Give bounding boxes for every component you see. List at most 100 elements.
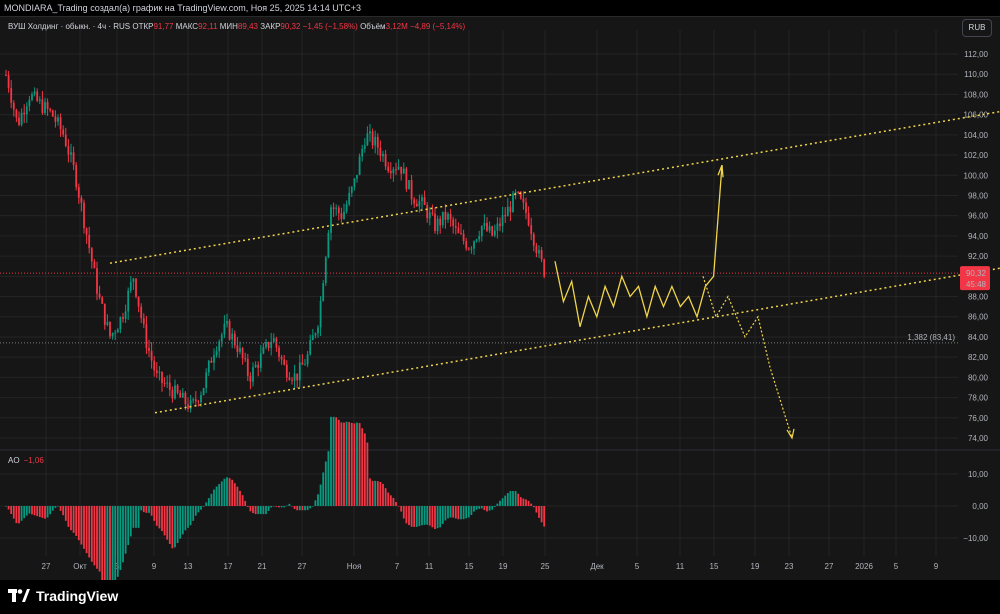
candle-down <box>465 241 468 249</box>
x-tick-label: 21 <box>258 562 267 571</box>
candle-up <box>514 191 517 194</box>
ao-bar <box>205 502 208 506</box>
candle-up <box>488 226 491 231</box>
candle-up <box>335 207 338 209</box>
ao-bar <box>148 506 150 513</box>
ao-bar <box>493 506 496 508</box>
candle-down <box>103 303 106 325</box>
ao-bar <box>57 506 59 507</box>
ao-bar <box>241 495 244 506</box>
candle-up <box>358 156 361 175</box>
candle-down <box>67 146 70 155</box>
ao-bar <box>189 506 192 526</box>
candle-up <box>506 206 509 217</box>
candle-up <box>327 232 330 258</box>
candle-up <box>473 241 475 249</box>
candle-down <box>288 377 291 380</box>
candle-down <box>410 180 413 200</box>
currency-button[interactable]: RUB <box>962 19 992 37</box>
channel-lower-line <box>154 267 1000 414</box>
legend-low-label: МИН <box>219 22 238 31</box>
ao-bar <box>75 506 78 536</box>
candle-down <box>80 197 83 203</box>
ao-bar <box>353 423 356 506</box>
x-tick-label: 7 <box>395 562 400 571</box>
candle-down <box>96 268 98 294</box>
ao-bar <box>423 506 426 525</box>
candle-down <box>233 333 236 346</box>
ao-bar <box>340 422 343 506</box>
ao-bar <box>166 506 169 540</box>
ao-bar <box>5 506 7 507</box>
y-tick-label: 88,00 <box>968 293 989 302</box>
x-tick-label: Окт <box>73 562 87 571</box>
x-tick-label: 23 <box>785 562 794 571</box>
ao-bar <box>223 478 226 506</box>
ao-bar <box>408 506 410 526</box>
candle-down <box>449 213 452 220</box>
ao-bar <box>44 506 46 519</box>
ao-bar <box>374 480 377 506</box>
ao-bar <box>228 478 231 506</box>
candle-down <box>522 198 525 203</box>
ao-bar <box>244 500 247 506</box>
ao-bar <box>317 494 319 506</box>
ao-bar <box>535 506 538 513</box>
candle-up <box>330 207 332 233</box>
candle-down <box>332 207 335 209</box>
ao-bar <box>369 478 371 506</box>
candle-up <box>106 321 109 325</box>
ao-bar <box>192 506 195 521</box>
ao-bar <box>431 506 434 528</box>
candle-up <box>207 360 210 373</box>
ao-bar <box>262 506 265 515</box>
ao-bar <box>522 498 525 506</box>
candle-up <box>70 152 72 155</box>
ao-bar <box>158 506 161 529</box>
candle-down <box>439 218 442 226</box>
candle-up <box>480 225 483 237</box>
ao-bar <box>285 505 288 507</box>
ao-bar <box>439 506 442 528</box>
ao-bar <box>51 506 54 511</box>
ao-bar <box>197 506 200 513</box>
candle-down <box>59 117 62 130</box>
candle-up <box>205 372 208 389</box>
x-tick-label: 25 <box>541 562 550 571</box>
ao-bar <box>486 506 488 512</box>
candle-up <box>496 223 499 231</box>
ao-bar <box>259 506 262 515</box>
candle-up <box>189 400 192 410</box>
candle-down <box>23 112 26 115</box>
candle-up <box>127 290 130 312</box>
candle-down <box>140 306 143 319</box>
ao-bar <box>483 506 486 511</box>
candle-up <box>361 148 364 157</box>
candle-down <box>109 321 111 337</box>
candle-up <box>174 385 176 399</box>
ao-bar <box>168 506 171 545</box>
price-chart-svg[interactable]: 112,00110,00108,00106,00104,00102,00100,… <box>0 0 1000 580</box>
candle-down <box>413 199 416 204</box>
candle-up <box>478 236 481 240</box>
ao-bar <box>116 506 119 577</box>
candle-down <box>532 234 535 246</box>
ao-bar <box>488 506 491 511</box>
ao-bar <box>231 479 234 506</box>
ao-bar <box>532 506 535 508</box>
candle-down <box>88 234 91 249</box>
candle-down <box>244 358 247 360</box>
tradingview-logo[interactable]: TradingView <box>8 588 118 604</box>
y-tick-label: 76,00 <box>968 414 989 423</box>
ao-bar <box>153 506 156 521</box>
candle-down <box>296 373 299 381</box>
candle-up <box>265 342 267 348</box>
ao-bar <box>467 506 470 518</box>
legend-symbol: ВУШ Холдинг · обыкн. · 4ч · RUS <box>8 22 131 31</box>
candle-down <box>187 404 189 410</box>
candle-up <box>447 213 449 220</box>
ao-bar <box>70 506 72 531</box>
ao-bar <box>101 506 104 580</box>
candle-up <box>57 117 59 122</box>
ao-bar <box>358 423 361 506</box>
